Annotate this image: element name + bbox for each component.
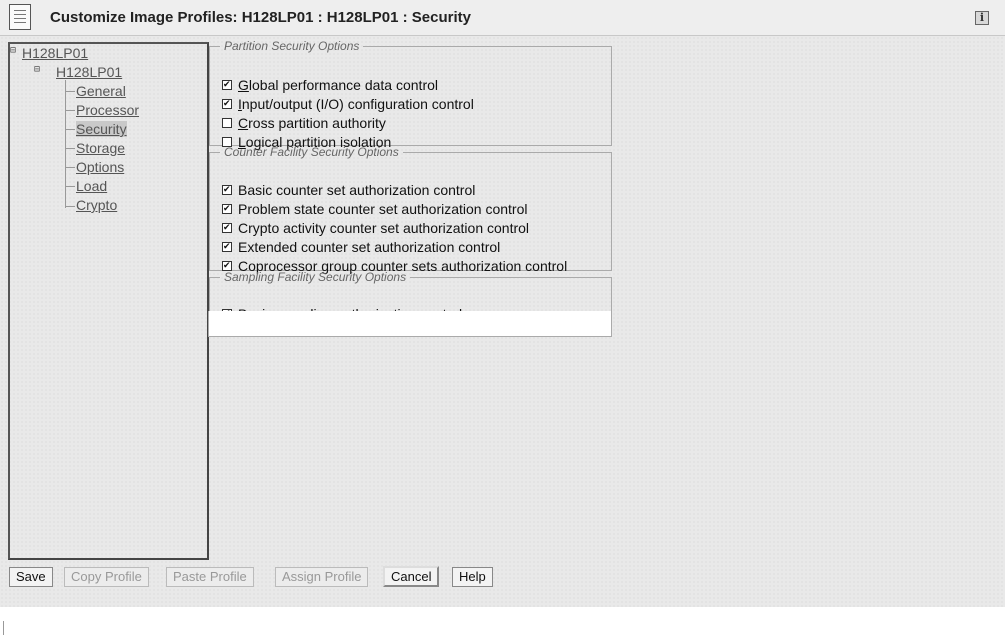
tree-item-crypto[interactable]: Crypto <box>76 197 117 213</box>
crypto-activity-counter-set-checkbox[interactable]: Crypto activity counter set authorizatio… <box>222 220 529 236</box>
sampling-security-legend: Sampling Facility Security Options <box>224 270 407 284</box>
tree-item-security[interactable]: Security <box>76 121 127 137</box>
checkbox-unchecked[interactable] <box>222 118 232 128</box>
title-bar: Customize Image Profiles: H128LP01 : H12… <box>0 0 1005 36</box>
tree-item-label[interactable]: Storage <box>76 140 125 156</box>
tree-item-label[interactable]: Options <box>76 159 124 175</box>
tree-item-label[interactable]: Processor <box>76 102 139 118</box>
tree-item-general[interactable]: General <box>76 83 126 99</box>
extended-counter-set-checkbox[interactable]: Extended counter set authorization contr… <box>222 239 500 255</box>
global-performance-data-checkbox[interactable]: Global performance data control <box>222 77 438 93</box>
window-title: Customize Image Profiles: H128LP01 : H12… <box>50 9 471 26</box>
help-button[interactable]: Help <box>452 567 493 587</box>
info-icon[interactable]: i <box>975 11 989 25</box>
partition-security-group: Partition Security Options Global perfor… <box>209 39 612 150</box>
tree-item-label[interactable]: Security <box>76 121 127 137</box>
problem-state-counter-set-checkbox[interactable]: Problem state counter set authorization … <box>222 201 528 217</box>
checkbox-checked[interactable] <box>222 242 232 252</box>
option-label: Problem state counter set authorization … <box>238 201 528 217</box>
partition-security-legend: Partition Security Options <box>224 39 360 53</box>
collapse-icon[interactable]: ⊟ <box>10 45 16 56</box>
tree-root-node[interactable]: ⊟ H128LP01 <box>10 45 88 61</box>
mnemonic: G <box>238 77 249 93</box>
option-label: Extended counter set authorization contr… <box>238 239 501 255</box>
checkbox-checked[interactable] <box>222 99 232 109</box>
tree-item-load[interactable]: Load <box>76 178 107 194</box>
option-label: Basic counter set authorization control <box>238 182 476 198</box>
checkbox-checked[interactable] <box>222 185 232 195</box>
cancel-button[interactable]: Cancel <box>383 566 440 587</box>
tree-item-processor[interactable]: Processor <box>76 102 139 118</box>
save-button[interactable]: Save <box>9 567 53 587</box>
checkbox-checked[interactable] <box>222 204 232 214</box>
copy-profile-button: Copy Profile <box>64 567 149 587</box>
option-label: lobal performance data control <box>248 77 438 93</box>
document-icon <box>9 4 31 30</box>
tree-image-node[interactable]: ⊟ H128LP01 <box>34 64 122 80</box>
tree-item-label[interactable]: Crypto <box>76 197 117 213</box>
tree-item-label[interactable]: Load <box>76 178 107 194</box>
counter-security-group: Counter Facility Security Options Basic … <box>209 145 612 274</box>
customize-image-profiles-window: Customize Image Profiles: H128LP01 : H12… <box>0 0 1005 607</box>
profile-tree: ⊟ H128LP01 ⊟ H128LP01 General Processor … <box>8 42 209 560</box>
cross-partition-authority-checkbox[interactable]: Cross partition authority <box>222 115 386 131</box>
sampling-security-group: Sampling Facility Security Options Basic… <box>209 270 612 322</box>
checkbox-checked[interactable] <box>222 223 232 233</box>
assign-profile-button: Assign Profile <box>275 567 369 587</box>
option-label: ross partition authority <box>248 115 386 131</box>
checkbox-checked[interactable] <box>222 80 232 90</box>
collapse-icon[interactable]: ⊟ <box>34 64 40 75</box>
tree-item-label[interactable]: General <box>76 83 126 99</box>
io-configuration-control-checkbox[interactable]: Input/output (I/O) configuration control <box>222 96 474 112</box>
mnemonic: C <box>238 115 249 131</box>
tree-image-label[interactable]: H128LP01 <box>56 64 122 80</box>
option-label: Crypto activity counter set authorizatio… <box>238 220 530 236</box>
tree-root-label[interactable]: H128LP01 <box>22 45 88 61</box>
paste-profile-button: Paste Profile <box>166 567 254 587</box>
counter-security-legend: Counter Facility Security Options <box>224 145 399 159</box>
sampling-group-blank-area <box>208 311 612 337</box>
tree-item-options[interactable]: Options <box>76 159 124 175</box>
basic-counter-set-checkbox[interactable]: Basic counter set authorization control <box>222 182 475 198</box>
option-label: nput/output (I/O) configuration control <box>241 96 474 112</box>
status-bar <box>0 607 1005 635</box>
tree-item-storage[interactable]: Storage <box>76 140 125 156</box>
